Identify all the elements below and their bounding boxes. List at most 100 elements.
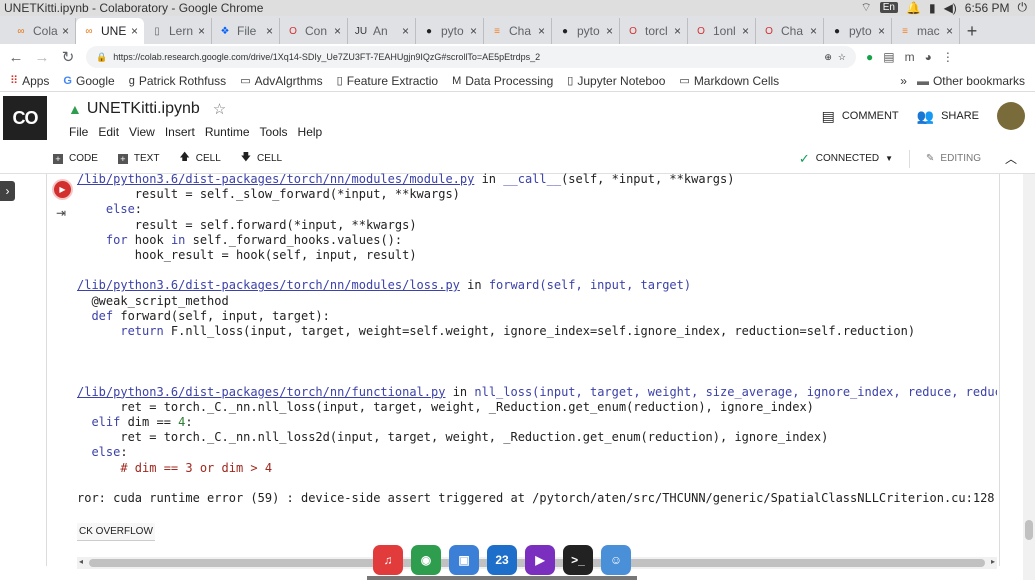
- bookmark-item[interactable]: M Data Processing: [452, 74, 553, 88]
- stack-overflow-button[interactable]: CK OVERFLOW: [77, 523, 155, 541]
- browser-tab[interactable]: ≡ Cha ×: [484, 18, 552, 44]
- comment-button[interactable]: ▤ COMMENT: [822, 108, 899, 125]
- video-app-icon[interactable]: ▶: [525, 545, 555, 575]
- more-menu-icon[interactable]: ⋮: [942, 50, 954, 64]
- folder-icon: ▬: [916, 73, 929, 88]
- move-cell-up-button[interactable]: 🡅 CELL: [179, 150, 220, 167]
- move-cell-down-button[interactable]: 🡇 CELL: [241, 150, 282, 167]
- chrome-app-icon[interactable]: ◉: [411, 545, 441, 575]
- browser-tab[interactable]: ▯ Lern ×: [144, 18, 212, 44]
- photos-app-icon[interactable]: ▣: [449, 545, 479, 575]
- wifi-icon[interactable]: ⌔: [860, 0, 871, 15]
- close-icon[interactable]: ×: [878, 24, 885, 38]
- add-code-button[interactable]: + CODE: [53, 153, 98, 164]
- browser-tab[interactable]: O 1onl ×: [688, 18, 756, 44]
- music-app-icon[interactable]: ♫: [373, 545, 403, 575]
- browser-tab[interactable]: JU An ×: [348, 18, 416, 44]
- browser-tab[interactable]: O Con ×: [280, 18, 348, 44]
- calendar-app-icon[interactable]: 23: [487, 545, 517, 575]
- close-icon[interactable]: ×: [674, 24, 681, 38]
- plus-icon: +: [117, 153, 128, 164]
- code-token: in: [474, 172, 504, 186]
- browser-tab[interactable]: ● pyto ×: [552, 18, 620, 44]
- editing-mode[interactable]: ✎ EDITING: [926, 153, 981, 164]
- browser-tab[interactable]: ∞ Cola ×: [8, 18, 76, 44]
- zoom-icon[interactable]: ⊕: [824, 52, 832, 63]
- run-cell-button[interactable]: ▶: [54, 181, 71, 198]
- browser-tab[interactable]: Otorcl ×: [620, 18, 688, 44]
- file-link[interactable]: /lib/python3.6/dist-packages/torch/nn/mo…: [77, 172, 474, 186]
- bookmark-item[interactable]: ⠿ Apps: [10, 74, 49, 88]
- bell-icon[interactable]: 🔔: [906, 1, 921, 15]
- menu-item-runtime[interactable]: Runtime: [205, 125, 250, 139]
- close-icon[interactable]: ×: [334, 24, 341, 38]
- close-icon[interactable]: ×: [402, 24, 409, 38]
- close-icon[interactable]: ×: [742, 24, 749, 38]
- menu-item-tools[interactable]: Tools: [260, 125, 288, 139]
- close-icon[interactable]: ×: [810, 24, 817, 38]
- star-icon[interactable]: ☆: [213, 100, 226, 118]
- file-link[interactable]: /lib/python3.6/dist-packages/torch/nn/mo…: [77, 278, 460, 292]
- other-bookmarks-folder[interactable]: ▬ Other bookmarks: [917, 74, 1025, 88]
- bookmark-item[interactable]: ▯ Feature Extractio: [337, 74, 438, 88]
- grammarly-extension-icon[interactable]: ●: [866, 50, 873, 64]
- bookmark-item[interactable]: ▭ AdvAlgrthms: [240, 74, 322, 88]
- notebook-title-text[interactable]: UNETKitti.ipynb: [87, 100, 200, 118]
- m-extension-icon[interactable]: m: [905, 50, 915, 64]
- finder-app-icon[interactable]: ☺: [601, 545, 631, 575]
- share-button[interactable]: 👥 SHARE: [917, 108, 979, 125]
- menu-item-view[interactable]: View: [129, 125, 155, 139]
- bookmark-item[interactable]: G Google: [63, 74, 114, 88]
- output-actions-icon[interactable]: ⇥: [56, 206, 66, 220]
- sidebar-toggle[interactable]: ›: [0, 181, 15, 201]
- vertical-scrollbar[interactable]: [1023, 174, 1035, 580]
- browser-tab[interactable]: O Cha ×: [756, 18, 824, 44]
- browser-tab[interactable]: ● pyto ×: [416, 18, 484, 44]
- close-icon[interactable]: ×: [470, 24, 477, 38]
- close-icon[interactable]: ×: [538, 24, 545, 38]
- scroll-left-icon[interactable]: ◂: [79, 557, 83, 566]
- bookmark-item[interactable]: g Patrick Rothfuss: [129, 74, 227, 88]
- close-icon[interactable]: ×: [131, 24, 138, 38]
- menu-item-help[interactable]: Help: [298, 125, 323, 139]
- close-icon[interactable]: ×: [606, 24, 613, 38]
- file-link[interactable]: /lib/python3.6/dist-packages/torch/nn/fu…: [77, 385, 445, 399]
- new-tab-button[interactable]: +: [960, 18, 984, 44]
- clock[interactable]: 6:56 PM: [965, 1, 1010, 15]
- colab-logo[interactable]: CO: [0, 92, 50, 144]
- add-text-button[interactable]: + TEXT: [117, 153, 159, 164]
- menu-item-edit[interactable]: Edit: [98, 125, 119, 139]
- chevron-up-icon[interactable]: ︿: [1005, 150, 1017, 167]
- volume-icon[interactable]: ◀): [944, 1, 957, 15]
- back-icon[interactable]: ←: [8, 49, 24, 66]
- browser-tab[interactable]: ≡ mac ×: [892, 18, 960, 44]
- notebook-title[interactable]: ▲ UNETKitti.ipynb ☆: [68, 100, 226, 118]
- close-icon[interactable]: ×: [946, 24, 953, 38]
- close-icon[interactable]: ×: [198, 24, 205, 38]
- bookmark-item[interactable]: ▯ Jupyter Noteboo: [567, 74, 665, 88]
- more-bookmarks-button[interactable]: »: [900, 74, 907, 88]
- scroll-right-icon[interactable]: ▸: [991, 557, 995, 566]
- connected-status[interactable]: ✓ CONNECTED ▼: [799, 151, 893, 167]
- browser-tab[interactable]: ❖ File ×: [212, 18, 280, 44]
- language-indicator[interactable]: En: [879, 2, 898, 13]
- reload-icon[interactable]: ↻: [60, 48, 76, 66]
- profile-icon[interactable]: ◕: [925, 50, 932, 64]
- address-bar[interactable]: 🔒 https://colab.research.google.com/driv…: [86, 46, 856, 68]
- gitzip-extension-icon[interactable]: ▤: [883, 50, 894, 64]
- menu-item-insert[interactable]: Insert: [165, 125, 195, 139]
- url-text[interactable]: https://colab.research.google.com/drive/…: [113, 52, 818, 62]
- terminal-app-icon[interactable]: >_: [563, 545, 593, 575]
- menu-item-file[interactable]: File: [69, 125, 88, 139]
- close-icon[interactable]: ×: [62, 24, 69, 38]
- bookmark-item[interactable]: ▭ Markdown Cells: [679, 74, 779, 88]
- close-icon[interactable]: ×: [266, 24, 273, 38]
- battery-icon[interactable]: ▮: [929, 1, 936, 15]
- bookmark-star-icon[interactable]: ☆: [838, 52, 846, 63]
- browser-tab[interactable]: ● pyto ×: [824, 18, 892, 44]
- power-icon[interactable]: ⏻: [1018, 0, 1028, 15]
- avatar[interactable]: [997, 102, 1025, 130]
- forward-icon[interactable]: →: [34, 49, 50, 66]
- browser-tab[interactable]: ∞ UNE ×: [76, 18, 144, 44]
- scroll-thumb[interactable]: [1025, 520, 1033, 540]
